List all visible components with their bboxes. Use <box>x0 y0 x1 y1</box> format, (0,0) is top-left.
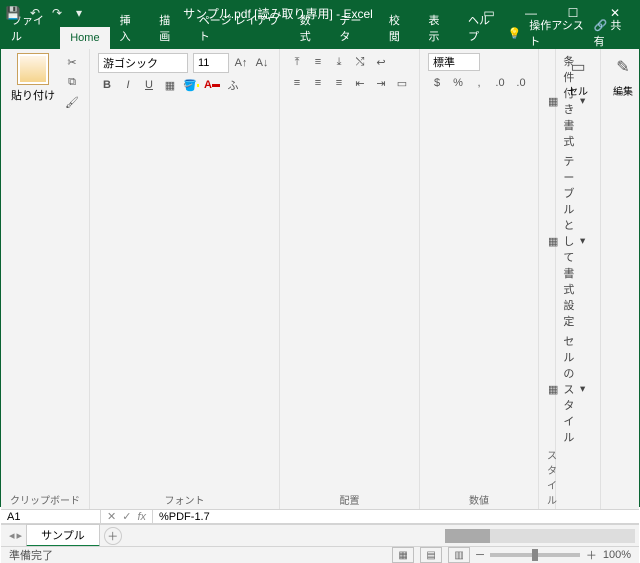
wrap-text-icon[interactable]: ↩ <box>372 53 390 71</box>
group-number-label: 数値 <box>428 490 530 507</box>
group-cells: ▭ セル <box>556 49 601 509</box>
formula-bar-row: A1 ✕ ✓ fx %PDF-1.7 <box>1 510 639 524</box>
group-alignment: ⤒ ≡ ⤓ ⤭ ↩ ≡ ≡ ≡ ⇤ ⇥ ▭ 配置 <box>280 49 420 509</box>
page-layout-view-icon[interactable]: ▤ <box>420 547 442 563</box>
editing-label: 編集 <box>613 83 633 98</box>
group-editing: ✎ 編集 <box>601 49 640 509</box>
font-name-combo[interactable]: 游ゴシック <box>98 53 188 73</box>
group-clipboard-label: クリップボード <box>9 490 81 507</box>
font-color-icon[interactable]: A <box>203 76 221 94</box>
percent-format-icon[interactable]: % <box>449 74 467 92</box>
align-left-icon[interactable]: ≡ <box>288 74 306 92</box>
enter-formula-icon[interactable]: ✓ <box>122 510 131 523</box>
align-top-icon[interactable]: ⤒ <box>288 53 306 71</box>
add-sheet-button[interactable]: ＋ <box>104 527 122 545</box>
align-middle-icon[interactable]: ≡ <box>309 53 327 71</box>
paste-label: 貼り付け <box>11 87 55 103</box>
font-size-combo[interactable]: 11 <box>193 53 229 73</box>
tell-me-label[interactable]: 操作アシスト <box>529 17 585 49</box>
decrease-indent-icon[interactable]: ⇤ <box>351 74 369 92</box>
tell-me-icon[interactable]: 💡 <box>508 27 522 40</box>
status-text: 準備完了 <box>9 547 53 563</box>
redo-icon[interactable]: ↷ <box>49 5 65 21</box>
group-styles: ▦条件付き書式 ▾ ▦テーブルとして書式設定 ▾ ▦セルのスタイル ▾ スタイル <box>539 49 556 509</box>
tab-help[interactable]: ヘルプ <box>458 7 507 49</box>
fill-color-icon[interactable]: 🪣 <box>182 76 200 94</box>
decrease-font-icon[interactable]: A↓ <box>253 54 271 72</box>
zoom-level[interactable]: 100% <box>603 549 631 561</box>
sheet-tab-bar: ◂ ▸ サンプル ＋ <box>1 524 639 546</box>
name-box[interactable]: A1 <box>1 510 101 523</box>
paste-button[interactable]: 貼り付け <box>9 53 57 103</box>
copy-icon[interactable]: ⧉ <box>63 73 81 91</box>
comma-format-icon[interactable]: , <box>470 74 488 92</box>
cells-icon[interactable]: ▭ <box>564 53 592 81</box>
tab-review[interactable]: 校閲 <box>379 7 419 49</box>
tab-formula[interactable]: 数式 <box>290 7 330 49</box>
share-button[interactable]: 🔗 共有 <box>594 17 627 49</box>
cancel-formula-icon[interactable]: ✕ <box>107 510 116 523</box>
editing-icon[interactable]: ✎ <box>609 53 637 81</box>
tab-view[interactable]: 表示 <box>418 7 458 49</box>
number-format-combo[interactable]: 標準 <box>428 53 480 71</box>
undo-icon[interactable]: ↶ <box>27 5 43 21</box>
zoom-out-icon[interactable]: ─ <box>476 549 484 561</box>
zoom-in-icon[interactable]: ＋ <box>586 547 597 563</box>
italic-icon[interactable]: I <box>119 76 137 94</box>
status-bar: 準備完了 ▦ ▤ ▥ ─ ＋ 100% <box>1 546 639 563</box>
merge-cells-icon[interactable]: ▭ <box>393 74 411 92</box>
increase-decimal-icon[interactable]: .0 <box>491 74 509 92</box>
border-icon[interactable]: ▦ <box>161 76 179 94</box>
formula-bar[interactable]: %PDF-1.7 <box>153 510 639 523</box>
normal-view-icon[interactable]: ▦ <box>392 547 414 563</box>
increase-font-icon[interactable]: A↑ <box>232 54 250 72</box>
sheet-nav-last-icon[interactable]: ▸ <box>17 529 23 542</box>
tab-data[interactable]: データ <box>329 7 378 49</box>
decrease-decimal-icon[interactable]: .0 <box>512 74 530 92</box>
save-icon[interactable]: 💾 <box>5 5 21 21</box>
tab-home[interactable]: Home <box>60 27 109 49</box>
fx-icon[interactable]: fx <box>137 511 146 523</box>
tab-insert[interactable]: 挿入 <box>110 7 150 49</box>
group-number: 標準 $ % , .0 .0 数値 <box>420 49 539 509</box>
horizontal-scrollbar[interactable] <box>445 529 635 543</box>
underline-icon[interactable]: U <box>140 76 158 94</box>
sheet-nav-first-icon[interactable]: ◂ <box>9 529 15 542</box>
ribbon-tabs: ファイル Home 挿入 描画 ページ レイアウト 数式 データ 校閲 表示 ヘ… <box>1 25 639 49</box>
accounting-format-icon[interactable]: $ <box>428 74 446 92</box>
page-break-view-icon[interactable]: ▥ <box>448 547 470 563</box>
increase-indent-icon[interactable]: ⇥ <box>372 74 390 92</box>
cut-icon[interactable]: ✂ <box>63 53 81 71</box>
sheet-tab-active[interactable]: サンプル <box>26 524 100 547</box>
ribbon: 貼り付け ✂ ⧉ 🖌 クリップボード 游ゴシック 11 A↑ A↓ <box>1 49 639 510</box>
phonetic-icon[interactable]: ふ <box>224 76 242 94</box>
tab-layout[interactable]: ページ レイアウト <box>189 7 290 49</box>
orientation-icon[interactable]: ⤭ <box>351 53 369 71</box>
align-bottom-icon[interactable]: ⤓ <box>330 53 348 71</box>
group-clipboard: 貼り付け ✂ ⧉ 🖌 クリップボード <box>1 49 90 509</box>
cells-label: セル <box>568 83 588 98</box>
format-painter-icon[interactable]: 🖌 <box>63 93 81 111</box>
bold-icon[interactable]: B <box>98 76 116 94</box>
zoom-slider[interactable] <box>490 553 580 557</box>
group-font: 游ゴシック 11 A↑ A↓ B I U ▦ 🪣 A ふ <box>90 49 280 509</box>
align-center-icon[interactable]: ≡ <box>309 74 327 92</box>
group-alignment-label: 配置 <box>288 490 411 507</box>
paste-icon <box>17 53 49 85</box>
group-font-label: フォント <box>98 490 271 507</box>
tab-draw[interactable]: 描画 <box>149 7 189 49</box>
qat-more-icon[interactable]: ▾ <box>71 5 87 21</box>
align-right-icon[interactable]: ≡ <box>330 74 348 92</box>
